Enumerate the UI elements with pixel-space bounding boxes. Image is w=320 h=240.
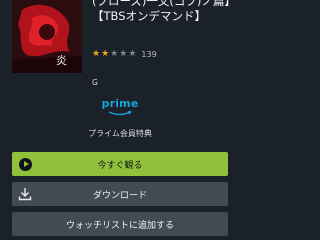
poster-image[interactable]: 炎 [12,0,82,73]
star-filled-icon: ★ [92,49,101,59]
add-watchlist-label: ウォッチリストに追加する [65,220,174,231]
star-filled-icon: ★ [101,49,110,59]
rating-count: 139 [141,49,157,59]
prime-smile-icon [108,111,132,116]
star-empty-icon: ★ [128,49,137,59]
watch-now-button[interactable]: 今すぐ観る [12,152,228,176]
download-icon [12,182,38,206]
prime-logo: prime [101,97,139,110]
play-icon [12,152,38,176]
video-title: (ブローズ)一文(コブ)ノ篇】【TBSオンデマンド】 [92,0,236,23]
poster-kanji: 炎 [56,54,67,67]
poster-artwork [12,0,82,73]
watch-now-label: 今すぐ観る [97,160,143,171]
download-label: ダウンロード [92,190,147,201]
star-empty-icon: ★ [110,49,119,59]
download-button[interactable]: ダウンロード [12,182,228,206]
prime-benefit-label: プライム会員特典 [88,129,152,138]
star-rating[interactable]: ★ ★ ★ ★ ★ 139 [92,48,157,60]
star-empty-icon: ★ [119,49,128,59]
add-watchlist-button[interactable]: ウォッチリストに追加する [12,212,228,236]
age-rating: G [92,78,98,87]
